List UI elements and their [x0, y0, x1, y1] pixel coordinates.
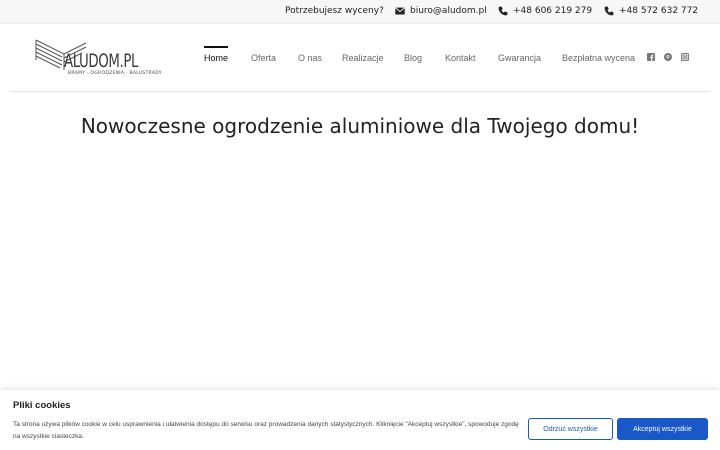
- logo-tagline: BRAMY · OGRODZENIA · BALUSTRADY: [68, 71, 162, 76]
- nav-item-home[interactable]: Home: [204, 46, 229, 63]
- nav-item-kontakt[interactable]: Kontakt: [445, 53, 476, 63]
- instagram-link[interactable]: [681, 53, 691, 63]
- cookie-banner: Pliki cookies Ta strona używa plików coo…: [0, 390, 720, 450]
- quote-question: Potrzebujesz wyceny?: [285, 6, 384, 16]
- instagram-icon: [681, 53, 689, 61]
- email-text: biuro@aludom.pl: [410, 6, 487, 16]
- phone-link-1[interactable]: +48 606 219 279: [498, 6, 592, 16]
- reject-all-button[interactable]: Odrzuć wszystkie: [528, 418, 613, 440]
- nav-item-gwarancja[interactable]: Gwarancja: [498, 53, 541, 63]
- header-divider: [10, 91, 710, 92]
- email-link[interactable]: biuro@aludom.pl: [395, 6, 487, 16]
- nav-item-blog[interactable]: Blog: [404, 53, 422, 63]
- pinterest-link[interactable]: [664, 53, 674, 63]
- page-title: Nowoczesne ogrodzenie aluminiowe dla Two…: [80, 114, 640, 138]
- top-bar: Potrzebujesz wyceny? biuro@aludom.pl +48…: [0, 0, 720, 24]
- envelope-icon: [395, 7, 405, 15]
- phone-text-1: +48 606 219 279: [513, 6, 593, 16]
- cookie-title: Pliki cookies: [13, 400, 71, 411]
- phone-icon: [498, 6, 508, 16]
- phone-link-2[interactable]: +48 572 632 772: [604, 6, 698, 16]
- main-nav: Home Oferta O nas Realizacje Blog Kontak…: [0, 46, 720, 67]
- nav-item-oferta[interactable]: Oferta: [251, 53, 276, 63]
- phone-text-2: +48 572 632 772: [619, 6, 699, 16]
- accept-all-button[interactable]: Akceptuj wszystkie: [617, 418, 708, 440]
- facebook-icon: [647, 53, 655, 61]
- nav-item-realizacje[interactable]: Realizacje: [342, 53, 384, 63]
- phone-icon: [604, 6, 614, 16]
- cookie-text: Ta strona używa plików cookie w celu usp…: [13, 421, 519, 440]
- nav-item-o-nas[interactable]: O nas: [298, 53, 322, 63]
- nav-item-bezplatna-wycena[interactable]: Bezpłatna wycena: [562, 53, 635, 63]
- pinterest-icon: [664, 53, 672, 61]
- facebook-link[interactable]: [647, 53, 657, 63]
